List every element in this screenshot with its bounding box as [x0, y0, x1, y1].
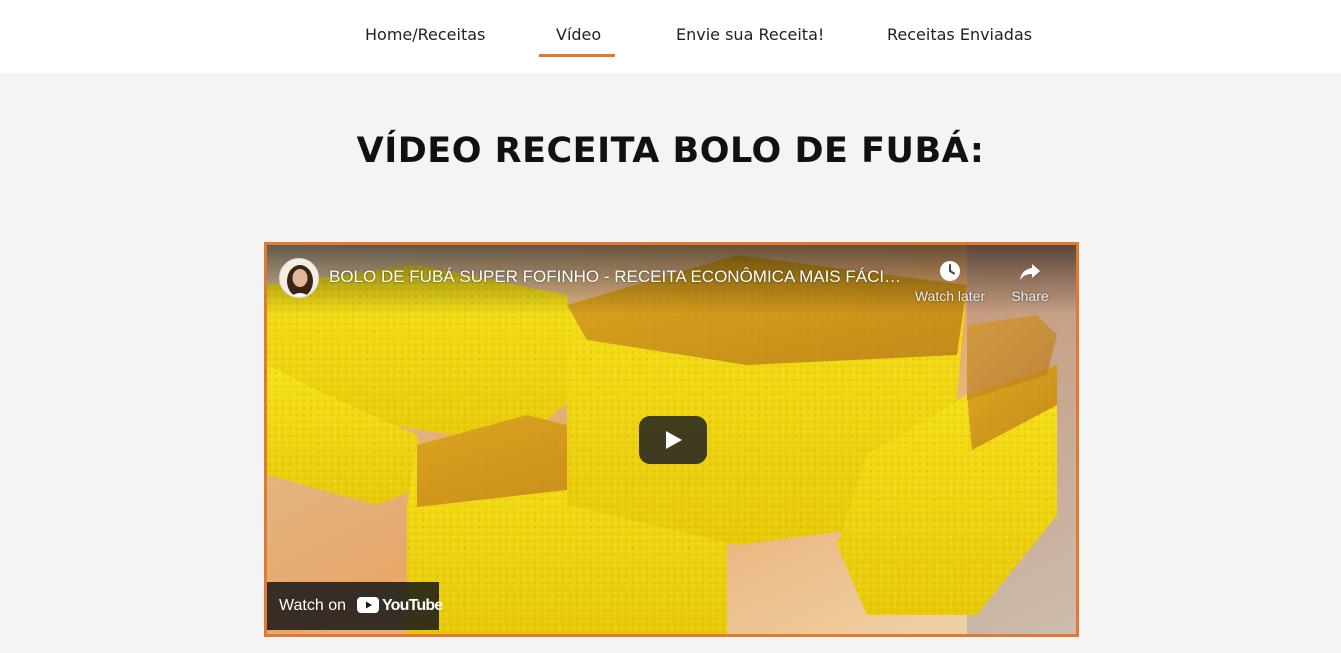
- watch-on-label: Watch on: [279, 597, 346, 614]
- share-arrow-icon: [1020, 264, 1040, 280]
- avatar-portrait-icon: [280, 259, 318, 297]
- page-title: VÍDEO RECEITA BOLO DE FUBÁ:: [356, 131, 985, 171]
- watch-later-label: Watch later: [914, 288, 986, 304]
- video-title-link[interactable]: BOLO DE FUBÁ SUPER FOFINHO - RECEITA ECO…: [329, 267, 909, 287]
- watch-on-youtube-button[interactable]: Watch on YouTube: [267, 582, 443, 630]
- video-player[interactable]: BOLO DE FUBÁ SUPER FOFINHO - RECEITA ECO…: [264, 242, 1079, 637]
- top-navigation: Home/Receitas Vídeo Envie sua Receita! R…: [0, 0, 1341, 73]
- channel-avatar[interactable]: [279, 258, 319, 298]
- watch-later-button[interactable]: Watch later: [912, 259, 988, 304]
- nav-link-receitas-enviadas[interactable]: Receitas Enviadas: [887, 25, 1032, 44]
- nav-link-home-receitas[interactable]: Home/Receitas: [365, 25, 485, 44]
- clock-icon: [940, 261, 960, 281]
- play-button[interactable]: [639, 416, 707, 464]
- youtube-logo-icon: [357, 597, 379, 613]
- youtube-wordmark: YouTube: [382, 597, 443, 614]
- share-button[interactable]: Share: [992, 259, 1068, 304]
- nav-link-envie-sua-receita[interactable]: Envie sua Receita!: [676, 25, 824, 44]
- share-label: Share: [1011, 288, 1049, 304]
- nav-link-video[interactable]: Vídeo: [556, 25, 601, 44]
- active-nav-indicator: [539, 54, 615, 57]
